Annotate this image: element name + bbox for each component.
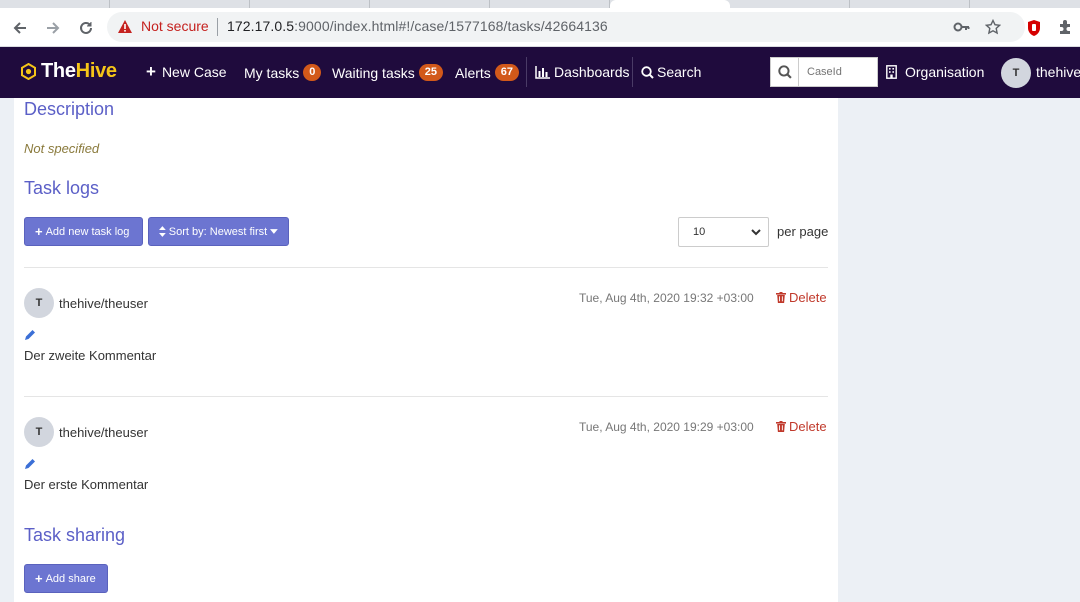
bee-logo-icon — [21, 63, 36, 80]
username-label: thehive — [1036, 64, 1080, 80]
log-author-avatar: T — [24, 417, 54, 447]
bookmark-star-icon[interactable] — [985, 19, 1001, 35]
browser-tab-active[interactable] — [610, 0, 730, 8]
my-tasks-link[interactable]: My tasks 0 — [244, 64, 322, 81]
new-case-label: New Case — [161, 64, 227, 80]
browser-toolbar: Not secure 172.17.0.5:9000/index.html#!/… — [0, 8, 1080, 47]
user-menu[interactable]: thehive — [1036, 64, 1080, 80]
log-author-avatar: T — [24, 288, 54, 318]
trash-icon — [776, 421, 786, 432]
browser-tab-strip — [0, 0, 1080, 8]
dashboards-link[interactable]: Dashboards — [535, 64, 630, 80]
caseid-search-button[interactable] — [771, 58, 799, 86]
warning-icon — [118, 20, 132, 33]
my-tasks-label: My tasks — [244, 64, 300, 81]
url-path: :9000/index.html#!/case/1577168/tasks/42… — [294, 18, 608, 34]
log-message: Der zweite Kommentar — [24, 348, 157, 363]
task-details-panel: Description Not specified Task logs + Ad… — [14, 98, 838, 602]
omnibox-divider — [217, 18, 218, 36]
browser-tab[interactable] — [0, 0, 110, 8]
divider — [24, 396, 828, 397]
trash-icon — [776, 292, 786, 303]
user-avatar[interactable]: T — [1001, 58, 1031, 88]
add-task-log-button[interactable]: + Add new task log — [24, 217, 143, 246]
per-page-value: 10 — [693, 226, 706, 238]
add-share-label: Add share — [45, 572, 96, 585]
log-author: thehive/theuser — [59, 296, 148, 311]
bar-chart-icon — [535, 65, 550, 79]
search-icon — [641, 65, 654, 79]
delete-log-button[interactable]: Delete — [776, 419, 827, 434]
extension-shield-icon[interactable] — [1026, 19, 1042, 37]
task-sharing-heading: Task sharing — [24, 525, 126, 545]
browser-tab[interactable] — [370, 0, 490, 8]
caret-down-icon — [270, 229, 278, 234]
delete-label: Delete — [789, 419, 827, 434]
sort-icon — [159, 226, 166, 237]
search-link[interactable]: Search — [641, 64, 701, 80]
delete-log-button[interactable]: Delete — [776, 290, 827, 305]
url-text[interactable]: 172.17.0.5:9000/index.html#!/case/157716… — [227, 18, 608, 34]
browser-tab[interactable] — [850, 0, 970, 8]
log-message: Der erste Kommentar — [24, 477, 149, 492]
caseid-input[interactable] — [799, 58, 875, 86]
add-task-log-label: Add new task log — [45, 225, 130, 238]
per-page-select[interactable]: 10 — [678, 217, 769, 247]
add-share-button[interactable]: + Add share — [24, 564, 108, 593]
security-status[interactable]: Not secure — [141, 18, 209, 34]
extensions-puzzle-icon[interactable] — [1057, 19, 1073, 35]
waiting-tasks-label: Waiting tasks — [332, 64, 415, 81]
browser-tab[interactable] — [250, 0, 370, 8]
alerts-label: Alerts — [455, 64, 491, 81]
plus-icon: + — [146, 62, 156, 81]
url-host: 172.17.0.5 — [227, 18, 295, 34]
pencil-icon[interactable] — [24, 329, 36, 341]
description-value: Not specified — [24, 141, 100, 156]
waiting-tasks-link[interactable]: Waiting tasks 25 — [332, 64, 443, 81]
log-date: Tue, Aug 4th, 2020 19:32 +03:00 — [579, 291, 754, 305]
plus-icon: + — [35, 571, 43, 586]
sort-label: Sort by: Newest first — [168, 225, 268, 238]
reload-icon — [80, 21, 92, 34]
waiting-tasks-badge: 25 — [418, 64, 443, 81]
forward-button[interactable] — [42, 17, 64, 39]
key-icon[interactable] — [953, 19, 971, 35]
per-page-label: per page — [777, 224, 829, 239]
browser-tab[interactable] — [490, 0, 610, 8]
organisation-link[interactable]: Organisation — [886, 64, 984, 80]
alerts-badge: 67 — [494, 64, 520, 81]
search-icon — [777, 65, 792, 79]
brand-prefix: The — [41, 60, 76, 82]
pencil-icon[interactable] — [24, 458, 36, 470]
back-arrow-icon — [13, 22, 26, 34]
log-author: thehive/theuser — [59, 425, 148, 440]
organisation-label: Organisation — [905, 64, 985, 80]
forward-arrow-icon — [47, 22, 60, 34]
back-button[interactable] — [9, 17, 31, 39]
task-logs-heading: Task logs — [24, 178, 100, 198]
caseid-search — [770, 57, 878, 87]
new-case-button[interactable]: + New Case — [146, 62, 227, 81]
nav-divider — [632, 57, 633, 87]
dashboards-label: Dashboards — [554, 64, 630, 80]
alerts-link[interactable]: Alerts 67 — [455, 64, 520, 81]
my-tasks-badge: 0 — [303, 64, 322, 81]
search-label: Search — [657, 64, 702, 80]
app-header: TheHive + New Case My tasks 0 Waiting ta… — [0, 47, 1080, 98]
plus-icon: + — [35, 224, 43, 239]
delete-label: Delete — [789, 290, 827, 305]
browser-tab[interactable] — [730, 0, 850, 8]
brand-suffix: Hive — [75, 60, 117, 82]
reload-button[interactable] — [75, 17, 97, 39]
description-heading: Description — [24, 99, 115, 119]
log-date: Tue, Aug 4th, 2020 19:29 +03:00 — [579, 420, 754, 434]
thehive-logo[interactable]: TheHive — [20, 60, 117, 83]
sort-dropdown-button[interactable]: Sort by: Newest first — [148, 217, 289, 246]
building-icon — [886, 65, 897, 79]
address-bar[interactable]: Not secure 172.17.0.5:9000/index.html#!/… — [107, 12, 1025, 42]
nav-divider — [526, 57, 527, 87]
browser-tab[interactable] — [110, 0, 250, 8]
chevron-down-icon — [751, 229, 761, 236]
divider — [24, 267, 828, 268]
